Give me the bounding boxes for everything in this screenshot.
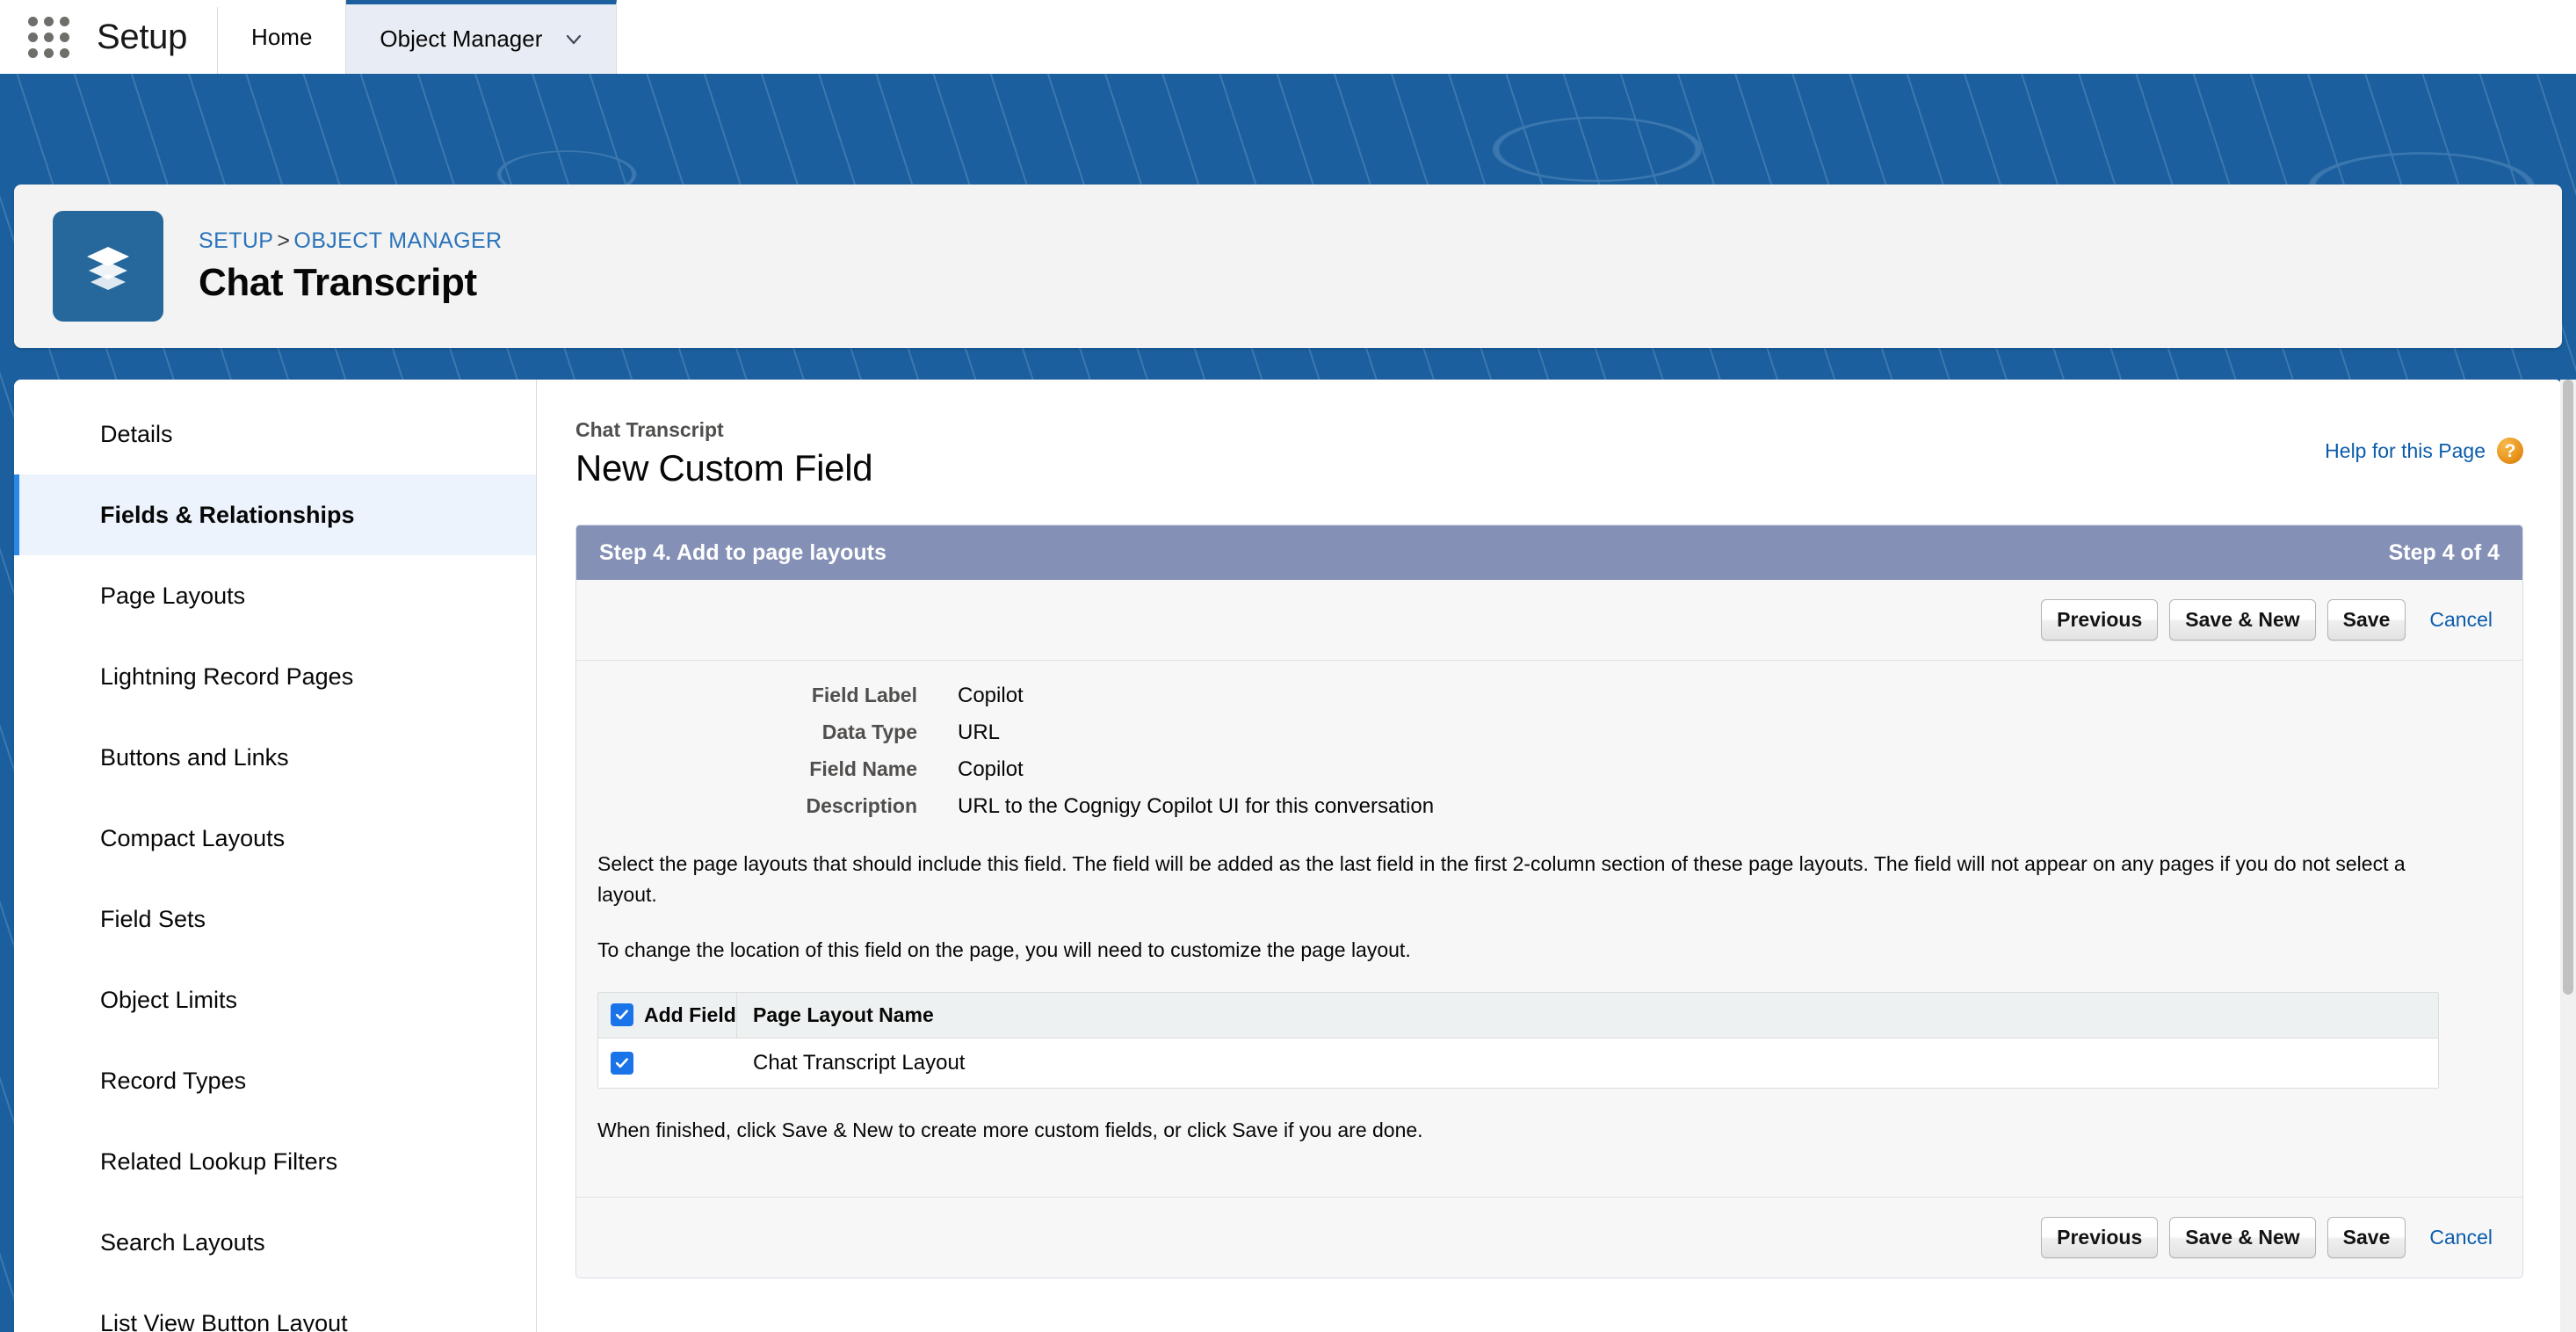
- sidebar-item-list-view-button-layout[interactable]: List View Button Layout: [14, 1283, 536, 1332]
- detail-label: Description: [597, 794, 958, 818]
- table-header-add-field: Add Field: [598, 993, 737, 1038]
- detail-value: Copilot: [958, 684, 1024, 708]
- wizard-bottom-button-row: Previous Save & New Save Cancel: [576, 1197, 2522, 1278]
- wizard-step-header: Step 4. Add to page layouts Step 4 of 4: [576, 525, 2522, 580]
- wizard-top-button-row: Previous Save & New Save Cancel: [576, 580, 2522, 661]
- detail-row-field-name: Field Name Copilot: [597, 757, 2501, 782]
- previous-button-bottom[interactable]: Previous: [2041, 1217, 2158, 1258]
- breadcrumb-separator: >: [273, 228, 293, 253]
- scrollbar-thumb[interactable]: [2563, 380, 2573, 995]
- wizard-step-title: Step 4. Add to page layouts: [599, 540, 886, 566]
- sidebar-item-search-layouts[interactable]: Search Layouts: [14, 1202, 536, 1283]
- previous-button-top[interactable]: Previous: [2041, 599, 2158, 641]
- sidebar-item-label: List View Button Layout: [100, 1310, 348, 1332]
- sidebar-item-label: Field Sets: [100, 906, 206, 933]
- save-and-new-button-top[interactable]: Save & New: [2169, 599, 2315, 641]
- sidebar-item-lightning-record-pages[interactable]: Lightning Record Pages: [14, 636, 536, 717]
- table-cell-page-layout-name: Chat Transcript Layout: [737, 1051, 965, 1075]
- wizard-body: Field Label Copilot Data Type URL Field …: [576, 661, 2522, 1197]
- main-content: Chat Transcript New Custom Field Help fo…: [537, 380, 2562, 1332]
- table-header-add-field-label: Add Field: [644, 1003, 736, 1027]
- select-all-checkbox[interactable]: [611, 1003, 633, 1026]
- help-link-label: Help for this Page: [2325, 439, 2486, 463]
- app-launcher-button[interactable]: [0, 0, 97, 74]
- tab-object-manager-label: Object Manager: [380, 25, 542, 53]
- sidebar-item-page-layouts[interactable]: Page Layouts: [14, 555, 536, 636]
- table-header-page-layout-name: Page Layout Name: [737, 1003, 934, 1027]
- page-title: Chat Transcript: [199, 261, 502, 305]
- sidebar-item-label: Object Limits: [100, 987, 237, 1014]
- app-launcher-grid-icon: [28, 17, 69, 58]
- global-header: Setup Home Object Manager: [0, 0, 2576, 74]
- table-row: Chat Transcript Layout: [598, 1039, 2438, 1088]
- main-eyebrow: Chat Transcript: [575, 418, 872, 442]
- nav-tabs: Home Object Manager: [218, 0, 617, 74]
- wizard-panel: Step 4. Add to page layouts Step 4 of 4 …: [575, 525, 2523, 1278]
- instruction-paragraph-1: Select the page layouts that should incl…: [597, 849, 2460, 910]
- detail-row-description: Description URL to the Cognigy Copilot U…: [597, 794, 2501, 819]
- sidebar-item-details[interactable]: Details: [14, 394, 536, 474]
- row-checkbox[interactable]: [611, 1052, 633, 1075]
- sidebar-item-buttons-and-links[interactable]: Buttons and Links: [14, 717, 536, 798]
- breadcrumb-setup-link[interactable]: SETUP: [199, 228, 273, 253]
- detail-value: Copilot: [958, 757, 1024, 782]
- main-title: New Custom Field: [575, 447, 872, 489]
- detail-label: Data Type: [597, 720, 958, 744]
- sidebar-item-label: Record Types: [100, 1068, 246, 1095]
- sidebar-item-label: Lightning Record Pages: [100, 663, 353, 691]
- sidebar-item-label: Search Layouts: [100, 1229, 265, 1256]
- cancel-link-top[interactable]: Cancel: [2417, 608, 2501, 632]
- record-header-text: SETUP>OBJECT MANAGER Chat Transcript: [199, 228, 502, 305]
- setup-label: Setup: [97, 0, 217, 74]
- sidebar-item-label: Page Layouts: [100, 583, 245, 610]
- record-header: SETUP>OBJECT MANAGER Chat Transcript: [14, 185, 2562, 348]
- vertical-scrollbar[interactable]: [2560, 380, 2576, 1332]
- sidebar-item-record-types[interactable]: Record Types: [14, 1040, 536, 1121]
- tab-home[interactable]: Home: [218, 0, 346, 74]
- sidebar-item-label: Compact Layouts: [100, 825, 285, 852]
- breadcrumb: SETUP>OBJECT MANAGER: [199, 228, 502, 254]
- page-layout-table: Add Field Page Layout Name Chat Transcri…: [597, 992, 2439, 1089]
- instruction-paragraph-3: When finished, click Save & New to creat…: [597, 1115, 2460, 1146]
- sidebar-item-label: Details: [100, 421, 173, 448]
- sidebar-item-label: Buttons and Links: [100, 744, 289, 771]
- layers-icon: [53, 211, 163, 322]
- breadcrumb-object-manager-link[interactable]: OBJECT MANAGER: [293, 228, 502, 253]
- save-button-top[interactable]: Save: [2327, 599, 2406, 641]
- help-question-icon[interactable]: ?: [2497, 438, 2523, 464]
- object-sidebar: Details Fields & Relationships Page Layo…: [14, 380, 537, 1332]
- main-header-titles: Chat Transcript New Custom Field: [575, 418, 872, 489]
- main-header: Chat Transcript New Custom Field Help fo…: [575, 418, 2523, 489]
- body-card: Details Fields & Relationships Page Layo…: [14, 380, 2562, 1332]
- detail-label: Field Label: [597, 684, 958, 707]
- sidebar-item-related-lookup-filters[interactable]: Related Lookup Filters: [14, 1121, 536, 1202]
- sidebar-item-field-sets[interactable]: Field Sets: [14, 879, 536, 959]
- detail-value: URL to the Cognigy Copilot UI for this c…: [958, 794, 1434, 819]
- detail-value: URL: [958, 720, 1000, 745]
- wizard-step-counter: Step 4 of 4: [2389, 540, 2500, 566]
- table-header-row: Add Field Page Layout Name: [598, 993, 2438, 1039]
- sidebar-item-label: Fields & Relationships: [100, 502, 355, 529]
- cancel-link-bottom[interactable]: Cancel: [2417, 1226, 2501, 1249]
- tab-object-manager[interactable]: Object Manager: [346, 0, 617, 74]
- sidebar-item-compact-layouts[interactable]: Compact Layouts: [14, 798, 536, 879]
- help-for-this-page-link[interactable]: Help for this Page ?: [2325, 438, 2523, 464]
- detail-row-field-label: Field Label Copilot: [597, 684, 2501, 708]
- save-and-new-button-bottom[interactable]: Save & New: [2169, 1217, 2315, 1258]
- sidebar-item-fields-relationships[interactable]: Fields & Relationships: [14, 474, 536, 555]
- chevron-down-icon[interactable]: [565, 31, 582, 48]
- field-detail-list: Field Label Copilot Data Type URL Field …: [597, 684, 2501, 819]
- table-cell-add-field: [598, 1039, 737, 1088]
- sidebar-item-object-limits[interactable]: Object Limits: [14, 959, 536, 1040]
- detail-row-data-type: Data Type URL: [597, 720, 2501, 745]
- sidebar-item-label: Related Lookup Filters: [100, 1148, 337, 1176]
- tab-home-label: Home: [251, 24, 312, 51]
- instruction-paragraph-2: To change the location of this field on …: [597, 935, 2460, 966]
- save-button-bottom[interactable]: Save: [2327, 1217, 2406, 1258]
- detail-label: Field Name: [597, 757, 958, 781]
